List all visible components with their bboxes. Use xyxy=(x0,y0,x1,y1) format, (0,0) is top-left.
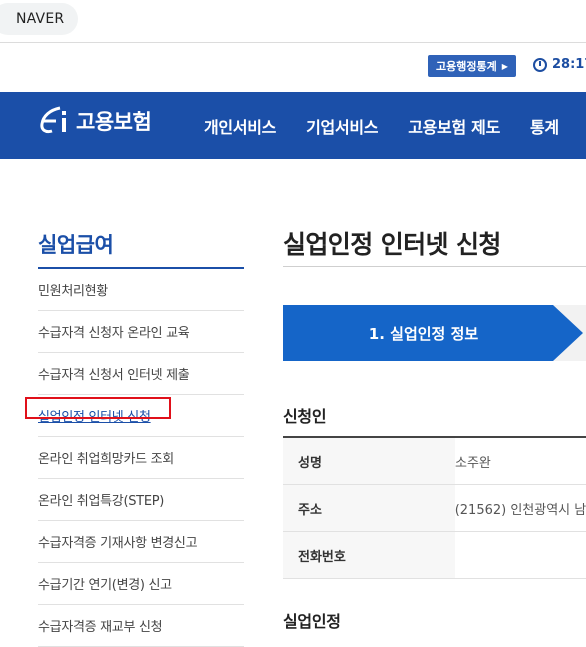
sidebar-item-label: 수급자격증 기재사항 변경신고 xyxy=(38,536,198,551)
field-label-phone: 전화번호 xyxy=(283,532,455,578)
session-timer: 28:17 xyxy=(533,57,586,72)
site-logo[interactable]: 고용보험 xyxy=(38,104,152,138)
table-row: 전화번호 xyxy=(283,532,586,579)
stopwatch-icon xyxy=(533,57,547,72)
applicant-info-table: 성명 소주완 주소 (21562) 인천광역시 남 전화번호 xyxy=(283,436,586,579)
title-divider xyxy=(283,266,586,267)
highlight-annotation xyxy=(25,397,171,419)
field-label-address: 주소 xyxy=(283,485,455,531)
naver-bookmark[interactable]: NAVER xyxy=(0,3,79,35)
sidebar-item-submit-application[interactable]: 수급자격 신청서 인터넷 제출 xyxy=(38,353,244,395)
step-current: 1. 실업인정 정보 xyxy=(283,305,583,361)
sidebar-item-period-extension[interactable]: 수급기간 연기(변경) 신고 xyxy=(38,563,244,605)
utility-bar: 고용행정통계 ▶ 28:17 xyxy=(0,43,586,92)
applicant-section-title: 신청인 xyxy=(283,407,327,426)
nav-business-services[interactable]: 기업서비스 xyxy=(306,114,378,138)
sidebar-item-step-lecture[interactable]: 온라인 취업특강(STEP) xyxy=(38,479,244,521)
nav-insurance-system[interactable]: 고용보험 제도 xyxy=(408,114,500,138)
sidebar-item-reissue[interactable]: 수급자격증 재교부 신청 xyxy=(38,605,244,647)
nav-personal-services[interactable]: 개인서비스 xyxy=(204,114,276,138)
sidebar-item-label: 수급자격증 재교부 신청 xyxy=(38,620,163,635)
sidebar-menu: 민원처리현황 수급자격 신청자 온라인 교육 수급자격 신청서 인터넷 제출 실… xyxy=(38,269,244,647)
session-timer-text: 28:17 xyxy=(552,57,586,72)
ei-logo-icon xyxy=(40,106,66,134)
sidebar-item-label: 수급기간 연기(변경) 신고 xyxy=(38,578,172,593)
sidebar-item-label: 온라인 취업특강(STEP) xyxy=(38,494,165,509)
sidebar-item-status[interactable]: 민원처리현황 xyxy=(38,269,244,311)
table-row: 성명 소주완 xyxy=(283,438,586,485)
step-progress: 1. 실업인정 정보 xyxy=(283,305,586,361)
employment-stats-label: 고용행정통계 xyxy=(436,60,497,73)
naver-bookmark-label: NAVER xyxy=(16,11,65,27)
employment-stats-button[interactable]: 고용행정통계 ▶ xyxy=(428,55,516,77)
sidebar-item-online-education[interactable]: 수급자격 신청자 온라인 교육 xyxy=(38,311,244,353)
field-value-address: (21562) 인천광역시 남 xyxy=(454,502,586,518)
sidebar-item-label: 민원처리현황 xyxy=(38,284,108,299)
sidebar-item-label: 수급자격 신청자 온라인 교육 xyxy=(38,326,190,341)
nav-menu: 개인서비스 기업서비스 고용보험 제도 통계 xyxy=(204,92,586,159)
main-navigation: 고용보험 개인서비스 기업서비스 고용보험 제도 통계 xyxy=(0,92,586,159)
bookmark-bar: NAVER xyxy=(0,0,586,43)
nav-statistics[interactable]: 통계 xyxy=(530,114,559,138)
sidebar-item-change-report[interactable]: 수급자격증 기재사항 변경신고 xyxy=(38,521,244,563)
step-current-label: 1. 실업인정 정보 xyxy=(368,324,479,343)
logo-text: 고용보험 xyxy=(76,110,152,134)
sidebar-item-label: 수급자격 신청서 인터넷 제출 xyxy=(38,368,190,383)
sidebar-title: 실업급여 xyxy=(38,233,114,257)
field-value-name: 소주완 xyxy=(455,455,491,471)
page-title: 실업인정 인터넷 신청 xyxy=(283,230,501,259)
field-label-name: 성명 xyxy=(283,438,455,484)
chevron-right-icon: ▶ xyxy=(501,61,508,71)
sidebar-item-job-card[interactable]: 온라인 취업희망카드 조회 xyxy=(38,437,244,479)
sidebar-item-label: 온라인 취업희망카드 조회 xyxy=(38,452,174,467)
recognition-section-title: 실업인정 xyxy=(283,612,341,631)
table-row: 주소 (21562) 인천광역시 남 xyxy=(283,485,586,532)
